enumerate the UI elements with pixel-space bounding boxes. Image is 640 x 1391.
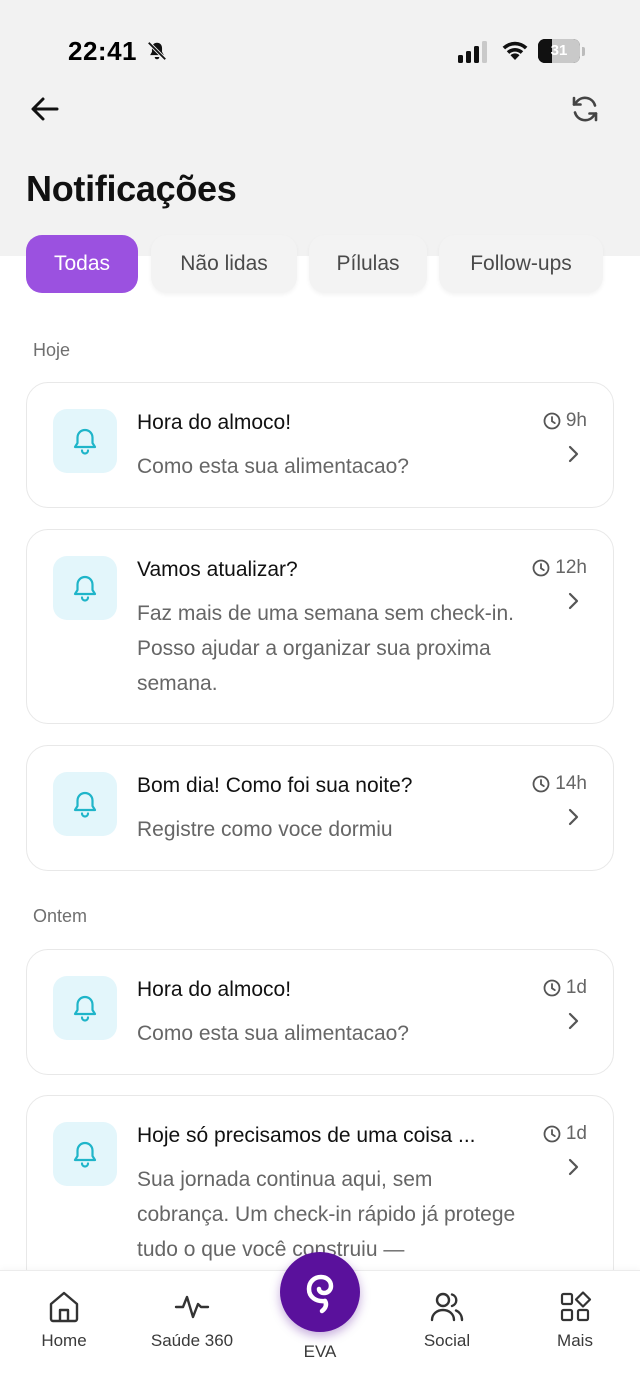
time-label: 12h [555, 557, 587, 578]
notification-time: 1d [543, 1123, 587, 1145]
clock-icon [532, 775, 550, 793]
notification-time: 1d [543, 977, 587, 999]
notification-card[interactable]: Hora do almoco! Como esta sua alimentaca… [26, 949, 614, 1075]
tab-todas[interactable]: Todas [26, 235, 138, 293]
section-label-hoje: Hoje [33, 340, 71, 360]
notification-icon-box [53, 976, 117, 1040]
notification-body: Faz mais de uma semana sem check-in. Pos… [137, 602, 514, 695]
tab-label: Não lidas [180, 252, 268, 275]
activity-icon [174, 1295, 210, 1319]
filter-tabs: Todas Não lidas Pílulas Follow-ups [0, 235, 640, 295]
silent-bell-icon [147, 41, 167, 61]
notification-title: Vamos atualizar? [137, 558, 298, 581]
eva-button[interactable] [280, 1252, 360, 1332]
notification-body: Como esta sua alimentacao? [137, 1022, 409, 1045]
notification-card[interactable]: Bom dia! Como foi sua noite? Registre co… [26, 745, 614, 871]
clock-icon [543, 979, 561, 997]
chevron-right-icon [568, 445, 579, 463]
time-label: 1d [565, 977, 587, 998]
nav-label-eva: EVA [303, 1342, 337, 1361]
notification-card[interactable]: Hora do almoco! Como esta sua alimentaca… [26, 382, 614, 508]
status-bar: 22:41 31 [0, 0, 640, 100]
users-icon [430, 1292, 464, 1322]
notification-time: 9h [543, 410, 587, 432]
chevron-right-icon [568, 1158, 579, 1176]
chevron-right-icon [568, 808, 579, 826]
status-time: 22:41 [68, 36, 137, 66]
bell-icon [73, 995, 97, 1022]
bell-icon [73, 575, 97, 602]
notification-body: Como esta sua alimentacao? [137, 455, 409, 478]
chevron-right-icon [568, 1012, 579, 1030]
tab-label: Follow-ups [470, 252, 572, 275]
back-arrow-icon[interactable] [28, 92, 62, 126]
notification-title: Hoje só precisamos de uma coisa ... [137, 1124, 476, 1147]
nav-social[interactable]: Social [387, 1271, 507, 1371]
nav-label: Mais [557, 1331, 593, 1350]
notification-title: Hora do almoco! [137, 411, 292, 434]
home-icon [49, 1291, 79, 1323]
battery-percent: 31 [550, 42, 568, 59]
chevron-right-icon [568, 592, 579, 610]
bell-icon [73, 428, 97, 455]
bell-icon [73, 791, 97, 818]
notification-title: Hora do almoco! [137, 978, 292, 1001]
grid-icon [560, 1291, 592, 1322]
nav-label: Social [423, 1331, 471, 1350]
notification-body: Sua jornada continua aqui, sem cobrança.… [137, 1168, 516, 1261]
signal-icon [458, 41, 487, 63]
notification-icon-box [53, 772, 117, 836]
bell-icon [73, 1141, 97, 1168]
time-label: 14h [555, 773, 587, 794]
nav-label: Home [41, 1331, 87, 1350]
clock-icon [543, 1125, 561, 1143]
refresh-icon[interactable] [568, 92, 602, 126]
nav-saude-360[interactable]: Saúde 360 [132, 1271, 252, 1371]
tab-follow-ups[interactable]: Follow-ups [439, 235, 603, 293]
nav-label: Saúde 360 [150, 1331, 234, 1350]
tab-label: Todas [53, 252, 111, 275]
time-label: 9h [565, 410, 587, 431]
nav-home[interactable]: Home [4, 1271, 124, 1371]
clock-icon [543, 412, 561, 430]
tab-nao-lidas[interactable]: Não lidas [151, 235, 297, 293]
section-label-ontem: Ontem [33, 906, 88, 926]
notification-icon-box [53, 409, 117, 473]
eva-logo-icon [306, 1274, 334, 1314]
notification-body: Registre como voce dormiu [137, 818, 393, 841]
notification-title: Bom dia! Como foi sua noite? [137, 774, 413, 797]
notification-icon-box [53, 556, 117, 620]
time-label: 1d [565, 1123, 587, 1144]
wifi-icon [502, 41, 528, 60]
notification-icon-box [53, 1122, 117, 1186]
tab-pilulas[interactable]: Pílulas [309, 235, 427, 293]
tab-label: Pílulas [336, 252, 400, 275]
notification-time: 14h [532, 773, 587, 795]
notification-time: 12h [532, 557, 587, 579]
clock-icon [532, 559, 550, 577]
page-title: Notificações [26, 168, 237, 209]
notification-card[interactable]: Vamos atualizar? Faz mais de uma semana … [26, 529, 614, 724]
nav-mais[interactable]: Mais [515, 1271, 635, 1371]
battery-indicator: 31 [538, 39, 586, 65]
